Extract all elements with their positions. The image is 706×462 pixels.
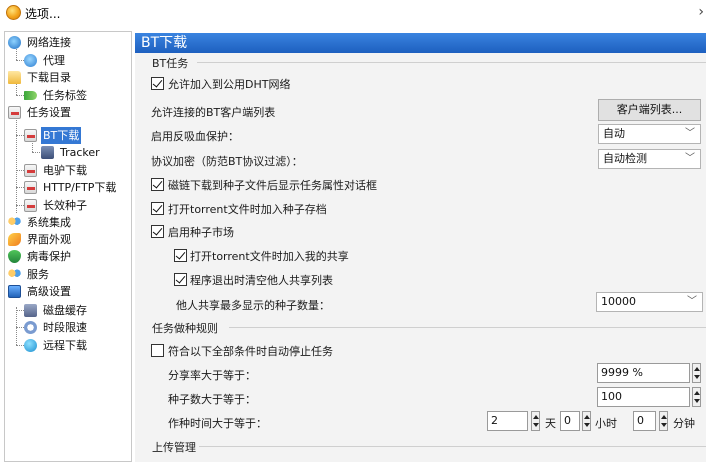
- auto-stop-label: 符合以下全部条件时自动停止任务: [168, 345, 333, 358]
- seeds-spinner[interactable]: [692, 387, 701, 407]
- appearance-icon: [8, 233, 21, 246]
- torrent-share-label: 打开torrent文件时加入我的共享: [190, 250, 349, 263]
- tracker-icon: [41, 146, 54, 159]
- window-title: 选项...: [25, 7, 61, 21]
- emule-icon: [24, 164, 37, 177]
- anti-leech-value: 自动: [603, 127, 625, 140]
- encryption-select[interactable]: 自动检测 ﹀: [598, 149, 701, 169]
- time-limit-icon: [24, 321, 37, 334]
- encryption-value: 自动检测: [603, 152, 647, 165]
- anti-leech-label: 启用反吸血保护：: [151, 130, 239, 143]
- tree-connector: [16, 49, 17, 60]
- minutes-spinner[interactable]: [659, 411, 668, 431]
- system-integration-icon: [8, 216, 21, 229]
- group-divider: [197, 62, 706, 63]
- seed-icon: [24, 199, 37, 212]
- remote-download-icon: [24, 339, 37, 352]
- title-bar: 选项... ›: [0, 0, 706, 26]
- group-divider: [229, 327, 706, 328]
- allow-dht-label: 允许加入到公用DHT网络: [168, 78, 291, 91]
- options-tree: 网络连接 代理 下载目录 任务标签 任务设置 BT下载 Tracker 电驴下载…: [4, 31, 132, 462]
- client-list-button[interactable]: 客户端列表...: [598, 99, 701, 121]
- seed-market-label: 启用种子市场: [168, 226, 234, 239]
- days-spinner[interactable]: [531, 411, 540, 431]
- service-icon: [8, 268, 21, 281]
- max-seeds-value: 10000: [601, 295, 636, 308]
- days-input[interactable]: 2: [487, 411, 528, 431]
- bt-icon: [24, 129, 37, 142]
- encryption-label: 协议加密（防范BT协议过滤）：: [151, 155, 303, 168]
- virus-shield-icon: [8, 250, 21, 263]
- app-icon: [6, 5, 21, 20]
- tree-connector: [16, 84, 17, 95]
- seed-market-checkbox[interactable]: [151, 225, 164, 238]
- max-seeds-label: 他人共享最多显示的种子数量：: [176, 299, 330, 312]
- allowed-clients-label: 允许连接的BT客户端列表: [151, 106, 276, 119]
- chevron-right-icon[interactable]: ›: [698, 4, 704, 20]
- days-unit: 天: [545, 417, 556, 430]
- magnet-show-props-checkbox[interactable]: [151, 178, 164, 191]
- panel-header: BT下载: [135, 33, 706, 53]
- seeds-input[interactable]: 100: [597, 387, 690, 407]
- folder-icon: [8, 71, 21, 84]
- settings-panel: BT下载 BT任务 允许加入到公用DHT网络 允许连接的BT客户端列表 客户端列…: [135, 33, 706, 462]
- ratio-label: 分享率大于等于：: [168, 369, 256, 382]
- group-divider: [199, 446, 706, 447]
- group-bt-tasks-label: BT任务: [152, 57, 189, 70]
- minutes-input[interactable]: 0: [633, 411, 656, 431]
- max-seeds-select[interactable]: 10000 ﹀: [596, 292, 703, 312]
- torrent-archive-checkbox[interactable]: [151, 202, 164, 215]
- anti-leech-select[interactable]: 自动 ﹀: [598, 124, 701, 144]
- hours-input[interactable]: 0: [560, 411, 580, 431]
- ratio-spinner[interactable]: [692, 363, 701, 383]
- magnet-show-props-label: 磁链下载到种子文件后显示任务属性对话框: [168, 179, 377, 192]
- group-upload-label: 上传管理: [152, 441, 196, 454]
- http-ftp-icon: [24, 181, 37, 194]
- hours-unit: 小时: [595, 417, 617, 430]
- group-seed-rules-label: 任务做种规则: [152, 322, 218, 335]
- tag-icon: [24, 91, 37, 100]
- chevron-down-icon: ﹀: [685, 128, 695, 139]
- tree-connector: [16, 307, 17, 345]
- network-icon: [8, 36, 21, 49]
- allow-dht-checkbox[interactable]: [151, 77, 164, 90]
- seeds-label: 种子数大于等于：: [168, 393, 256, 406]
- torrent-archive-label: 打开torrent文件时加入种子存档: [168, 203, 327, 216]
- seed-time-label: 作种时间大于等于：: [168, 417, 267, 430]
- minutes-unit: 分钟: [673, 417, 695, 430]
- auto-stop-checkbox[interactable]: [151, 344, 164, 357]
- clear-share-checkbox[interactable]: [174, 273, 187, 286]
- hours-spinner[interactable]: [582, 411, 591, 431]
- clear-share-label: 程序退出时清空他人共享列表: [190, 274, 333, 287]
- task-settings-icon: [8, 106, 21, 119]
- disk-cache-icon: [24, 304, 37, 317]
- proxy-icon: [24, 54, 37, 67]
- chevron-down-icon: ﹀: [687, 296, 697, 307]
- chevron-down-icon: ﹀: [685, 153, 695, 164]
- advanced-icon: [8, 285, 21, 298]
- ratio-input[interactable]: 9999 %: [597, 363, 690, 383]
- torrent-share-checkbox[interactable]: [174, 249, 187, 262]
- tree-connector: [16, 118, 17, 213]
